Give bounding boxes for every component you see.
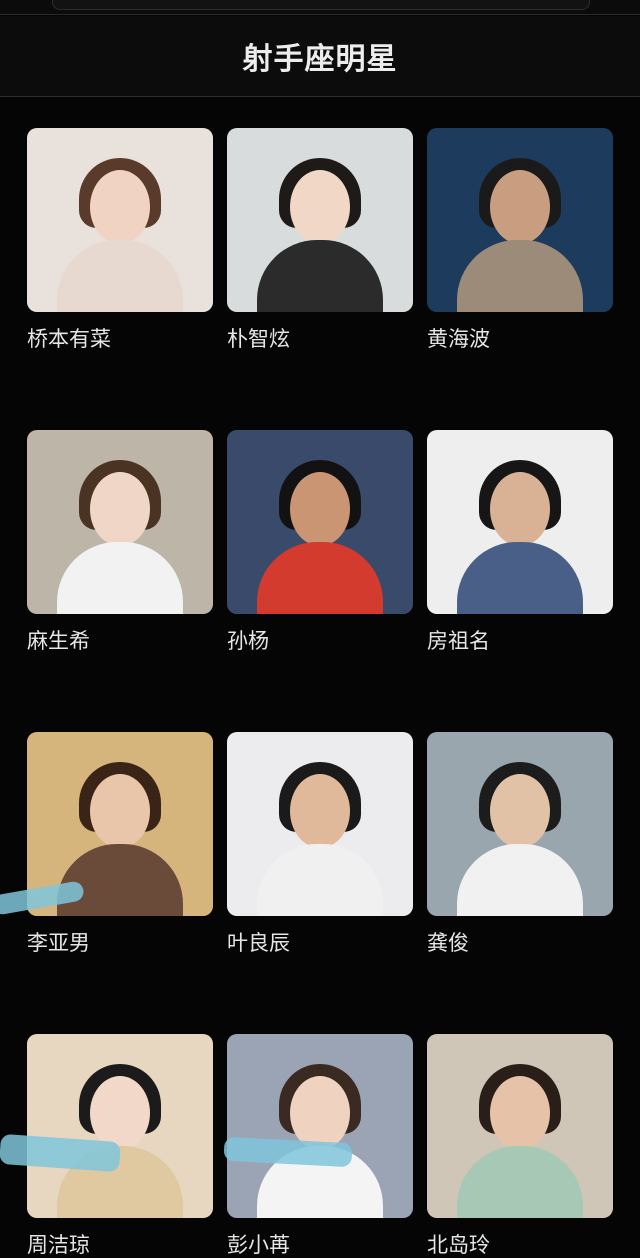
search-pill[interactable] <box>52 0 590 10</box>
star-photo <box>427 732 613 916</box>
star-name: 彭小苒 <box>227 1233 290 1257</box>
star-card[interactable]: 朴智炫 <box>227 128 413 352</box>
top-bar <box>0 0 640 15</box>
star-name: 房祖名 <box>427 629 490 653</box>
star-card[interactable]: 叶良辰 <box>227 732 413 956</box>
star-card[interactable]: 麻生希 <box>27 430 213 654</box>
star-grid: 桥本有菜 朴智炫 黄海波 麻生希 孙杨 房祖名 李亚男 叶良辰 龚俊 周洁琼 彭… <box>27 128 617 1258</box>
star-name: 叶良辰 <box>227 931 290 955</box>
star-name: 周洁琼 <box>27 1233 90 1257</box>
star-photo <box>27 128 213 312</box>
star-card[interactable]: 桥本有菜 <box>27 128 213 352</box>
star-name: 李亚男 <box>27 931 90 955</box>
page-header: 射手座明星 <box>0 16 640 97</box>
star-name: 孙杨 <box>227 629 269 653</box>
star-name: 黄海波 <box>427 327 490 351</box>
star-name: 桥本有菜 <box>27 327 111 351</box>
star-photo <box>27 430 213 614</box>
star-photo <box>227 430 413 614</box>
star-card[interactable]: 李亚男 <box>27 732 213 956</box>
star-photo <box>27 1034 213 1218</box>
star-photo <box>427 128 613 312</box>
star-card[interactable]: 房祖名 <box>427 430 613 654</box>
star-photo <box>227 128 413 312</box>
page-title: 射手座明星 <box>242 42 398 77</box>
star-card[interactable]: 孙杨 <box>227 430 413 654</box>
star-name: 朴智炫 <box>227 327 290 351</box>
star-name: 龚俊 <box>427 931 469 955</box>
star-photo <box>427 430 613 614</box>
star-photo <box>227 732 413 916</box>
star-photo <box>227 1034 413 1218</box>
star-photo <box>427 1034 613 1218</box>
star-card[interactable]: 龚俊 <box>427 732 613 956</box>
star-card[interactable]: 北岛玲 <box>427 1034 613 1258</box>
star-name: 麻生希 <box>27 629 90 653</box>
star-card[interactable]: 黄海波 <box>427 128 613 352</box>
star-name: 北岛玲 <box>427 1233 490 1257</box>
